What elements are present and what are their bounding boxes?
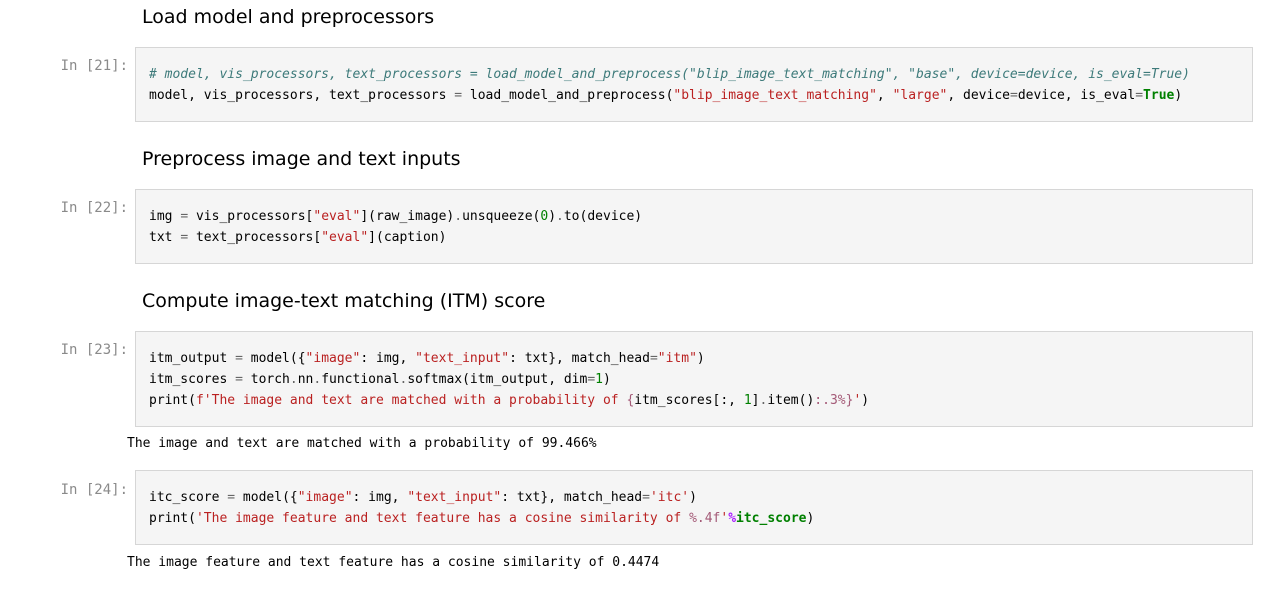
- code-line: itc_score = model({"image": img, "text_i…: [149, 490, 697, 505]
- markdown-heading: Preprocess image and text inputs: [142, 148, 461, 170]
- code-line: print(f'The image and text are matched w…: [149, 393, 870, 408]
- code-line: model, vis_processors, text_processors =…: [149, 88, 1183, 103]
- code-line: # model, vis_processors, text_processors…: [149, 64, 1240, 85]
- code-line: txt = text_processors["eval"](caption): [149, 230, 447, 245]
- code-cell[interactable]: img = vis_processors["eval"](raw_image).…: [135, 189, 1253, 264]
- input-prompt: In [24]:: [60, 482, 128, 498]
- input-prompt: In [22]:: [60, 200, 128, 216]
- code-comment: # model, vis_processors, text_processors…: [149, 67, 1190, 82]
- code-cell[interactable]: # model, vis_processors, text_processors…: [135, 47, 1253, 122]
- input-prompt: In [23]:: [60, 342, 128, 358]
- code-line: print('The image feature and text featur…: [149, 511, 815, 526]
- input-prompt: In [21]:: [60, 58, 128, 74]
- code-cell[interactable]: itm_output = model({"image": img, "text_…: [135, 331, 1253, 427]
- cell-output: The image feature and text feature has a…: [127, 555, 660, 570]
- markdown-heading: Load model and preprocessors: [142, 6, 435, 28]
- code-line: img = vis_processors["eval"](raw_image).…: [149, 209, 643, 224]
- cell-output: The image and text are matched with a pr…: [127, 436, 597, 451]
- code-line: itm_scores = torch.nn.functional.softmax…: [149, 372, 611, 387]
- code-cell[interactable]: itc_score = model({"image": img, "text_i…: [135, 470, 1253, 545]
- code-line: itm_output = model({"image": img, "text_…: [149, 351, 705, 366]
- markdown-heading: Compute image-text matching (ITM) score: [142, 290, 546, 312]
